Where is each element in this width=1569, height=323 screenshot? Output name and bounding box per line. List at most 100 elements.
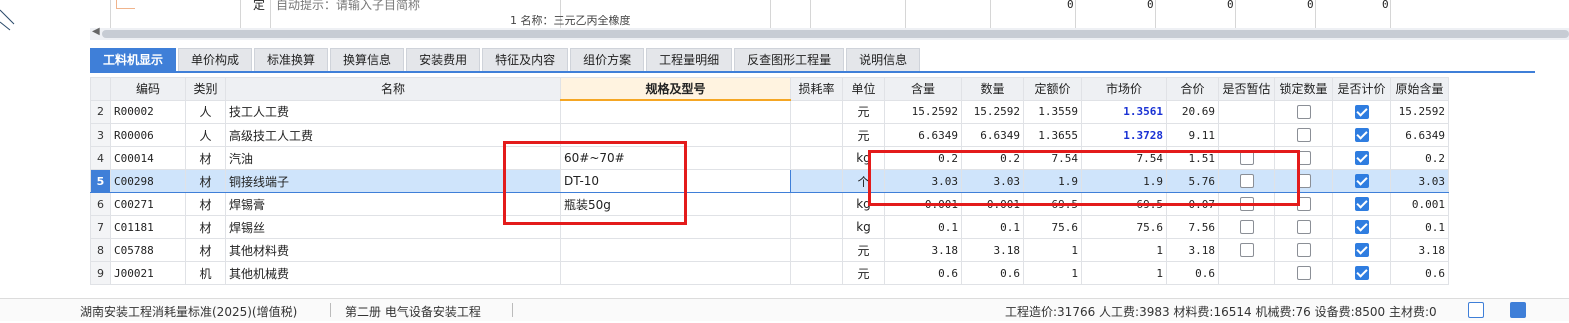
column-header[interactable]: 是否暂估 [1218,77,1275,101]
priced-checkbox[interactable] [1354,151,1369,166]
type-cell[interactable]: 材 [185,146,226,170]
tab-standard-conversion[interactable]: 标准换算 [254,48,329,71]
quantity-cell[interactable]: 6.6349 [961,123,1024,147]
tab-features-content[interactable]: 特征及内容 [482,48,569,71]
loss-rate-cell[interactable] [790,238,843,262]
column-header[interactable]: 损耗率 [790,77,843,101]
original-content-cell[interactable]: 0.1 [1390,215,1449,239]
loss-rate-cell[interactable] [790,123,843,147]
tab-graphic-quantity[interactable]: 反查图形工程量 [734,48,845,71]
table-row[interactable]: 3 R00006 人高级技工人工费元 6.6349 6.6349 1.3655 1.3728… [90,123,1449,147]
priced-checkbox[interactable] [1354,243,1369,258]
code-cell[interactable]: C00271 [110,192,186,216]
tab-quantity-detail[interactable]: 工程量明细 [646,48,733,71]
unit-cell[interactable]: 元 [842,99,885,124]
priced-checkbox[interactable] [1354,105,1369,119]
loss-rate-cell[interactable] [790,99,843,124]
original-content-cell[interactable]: 3.18 [1390,238,1449,262]
scroll-left-icon[interactable]: ◀ [92,26,100,37]
table-row[interactable]: 2 R00002 人技工人工费元 15.2592 15.2592 1.3559 1.3561… [90,99,1449,124]
loss-rate-cell[interactable] [790,215,843,239]
quota-price-cell[interactable]: 1 [1023,238,1082,262]
loss-rate-cell[interactable] [790,192,843,216]
tab-pricing-scheme[interactable]: 组价方案 [570,48,645,71]
priced-checkbox[interactable] [1354,266,1369,281]
priced-checkbox[interactable] [1354,197,1369,212]
loss-rate-cell[interactable] [790,261,843,285]
market-price-cell[interactable]: 75.6 [1081,215,1167,239]
type-cell[interactable]: 材 [185,169,226,193]
column-header[interactable]: 名称 [225,77,561,101]
lock-quantity-checkbox[interactable] [1296,105,1311,119]
type-cell[interactable]: 材 [185,238,226,262]
quantity-cell[interactable]: 0.1 [961,215,1024,239]
original-content-cell[interactable]: 0.6 [1390,261,1449,285]
quantity-cell[interactable]: 3.18 [961,238,1024,262]
column-header[interactable]: 数量 [961,77,1024,101]
lock-quantity-checkbox[interactable] [1296,220,1311,235]
horizontal-scrollbar[interactable]: ◀ [90,26,1569,40]
panel-icon[interactable] [1510,302,1526,318]
unit-cell[interactable]: 元 [842,238,885,262]
layout-icon[interactable] [1468,302,1484,318]
column-header[interactable]: 规格及型号 [560,77,791,101]
type-cell[interactable]: 人 [185,123,226,147]
name-cell[interactable]: 其他材料费 [225,238,561,262]
unit-cell[interactable]: kg [842,215,885,239]
priced-checkbox[interactable] [1354,220,1369,235]
unit-cell[interactable]: 元 [842,123,885,147]
original-content-cell[interactable]: 3.03 [1390,169,1449,193]
market-price-cell[interactable]: 1.3728 [1081,123,1167,147]
code-cell[interactable]: C01181 [110,215,186,239]
loss-rate-cell[interactable] [790,169,843,193]
column-header[interactable]: 定额价 [1023,77,1082,101]
quota-price-cell[interactable]: 1 [1023,261,1082,285]
type-cell[interactable]: 人 [185,99,226,124]
quota-price-cell[interactable]: 1.3655 [1023,123,1082,147]
name-cell[interactable]: 其他机械费 [225,261,561,285]
content-cell[interactable]: 6.6349 [884,123,962,147]
spec-cell[interactable] [560,99,791,124]
original-content-cell[interactable]: 15.2592 [1390,99,1449,124]
original-content-cell[interactable]: 0.001 [1390,192,1449,216]
tab-installation-fee[interactable]: 安装费用 [406,48,481,71]
quota-price-cell[interactable]: 75.6 [1023,215,1082,239]
priced-checkbox[interactable] [1354,174,1369,189]
code-cell[interactable]: R00002 [110,99,186,124]
column-header[interactable]: 原始含量 [1390,77,1449,101]
market-price-cell[interactable]: 1.3561 [1081,99,1167,124]
table-row[interactable]: 8 C05788 材其他材料费元 3.18 3.18 1 1 3.18 3.18 [90,238,1449,262]
code-cell[interactable]: J00021 [110,261,186,285]
code-cell[interactable]: C00298 [110,169,186,193]
priced-checkbox[interactable] [1354,128,1369,143]
type-cell[interactable]: 材 [185,215,226,239]
column-header[interactable]: 类别 [185,77,226,101]
spec-cell[interactable] [560,261,791,285]
top-row-hint[interactable]: 自动提示：请输入子目简称 [276,0,420,13]
market-price-cell[interactable]: 1 [1081,261,1167,285]
column-header[interactable]: 是否计价 [1332,77,1391,101]
column-header[interactable]: 合价 [1166,77,1219,101]
total-cell[interactable]: 7.56 [1166,215,1219,239]
type-cell[interactable]: 材 [185,192,226,216]
total-cell[interactable]: 0.6 [1166,261,1219,285]
table-row[interactable]: 9 J00021 机其他机械费元 0.6 0.6 1 1 0.6 0.6 [90,261,1449,285]
content-cell[interactable]: 3.18 [884,238,962,262]
spec-cell[interactable] [560,238,791,262]
code-cell[interactable]: C00014 [110,146,186,170]
column-header[interactable]: 编码 [110,77,186,101]
total-cell[interactable]: 3.18 [1166,238,1219,262]
table-row[interactable]: 7 C01181 材焊锡丝 kg 0.1 0.1 75.6 75.6 7.56 0.1 [90,215,1449,239]
temp-estimate-checkbox[interactable] [1239,243,1254,258]
lock-quantity-checkbox[interactable] [1296,266,1311,281]
type-cell[interactable]: 机 [185,261,226,285]
total-cell[interactable]: 9.11 [1166,123,1219,147]
code-cell[interactable]: R00006 [110,123,186,147]
tab-conversion-info[interactable]: 换算信息 [330,48,405,71]
total-cell[interactable]: 20.69 [1166,99,1219,124]
market-price-cell[interactable]: 1 [1081,238,1167,262]
code-cell[interactable]: C05788 [110,238,186,262]
unit-cell[interactable]: 元 [842,261,885,285]
content-cell[interactable]: 15.2592 [884,99,962,124]
quantity-cell[interactable]: 15.2592 [961,99,1024,124]
